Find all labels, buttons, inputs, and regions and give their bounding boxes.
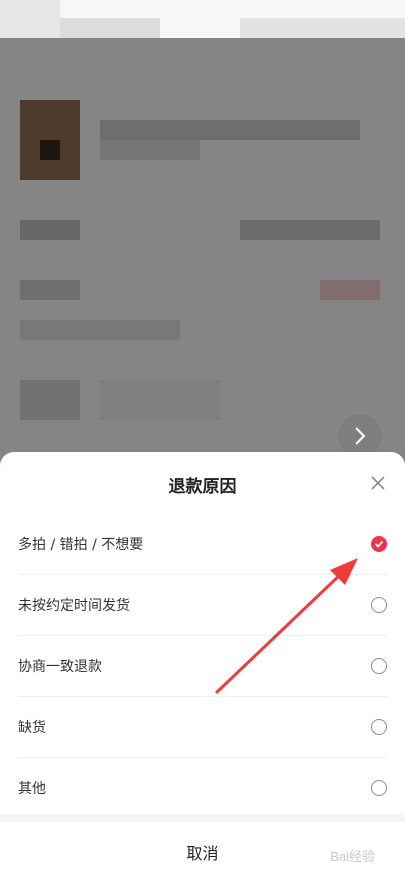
radio-unchecked-icon[interactable] bbox=[371, 597, 387, 613]
reason-option[interactable]: 协商一致退款 bbox=[18, 636, 387, 697]
reason-option[interactable]: 缺货 bbox=[18, 697, 387, 758]
reason-label: 多拍 / 错拍 / 不想要 bbox=[18, 537, 144, 553]
reason-option[interactable]: 其他 bbox=[18, 758, 387, 818]
chevron-right-icon bbox=[355, 427, 366, 445]
sheet-title: 退款原因 bbox=[168, 477, 237, 497]
close-icon[interactable] bbox=[369, 474, 387, 492]
watermark: Bai经验 bbox=[330, 849, 375, 864]
sheet-header: 退款原因 bbox=[0, 452, 405, 516]
radio-unchecked-icon[interactable] bbox=[371, 719, 387, 735]
radio-unchecked-icon[interactable] bbox=[371, 780, 387, 796]
radio-unchecked-icon[interactable] bbox=[371, 658, 387, 674]
refund-reason-sheet: 退款原因 多拍 / 错拍 / 不想要 未按约定时间发货 协商一致退款 缺货 其他 bbox=[0, 452, 405, 883]
reason-label: 缺货 bbox=[18, 720, 46, 736]
cancel-label: 取消 bbox=[186, 844, 219, 863]
reason-option[interactable]: 未按约定时间发货 bbox=[18, 575, 387, 636]
reason-label: 协商一致退款 bbox=[18, 659, 102, 675]
radio-checked-icon[interactable] bbox=[371, 536, 387, 552]
reason-label: 其他 bbox=[18, 781, 46, 797]
blurred-block bbox=[60, 18, 160, 38]
reason-label: 未按约定时间发货 bbox=[18, 598, 130, 614]
blurred-block bbox=[0, 0, 60, 38]
blurred-block bbox=[240, 18, 405, 38]
reason-option[interactable]: 多拍 / 错拍 / 不想要 bbox=[18, 514, 387, 575]
reason-options: 多拍 / 错拍 / 不想要 未按约定时间发货 协商一致退款 缺货 其他 bbox=[0, 514, 405, 818]
